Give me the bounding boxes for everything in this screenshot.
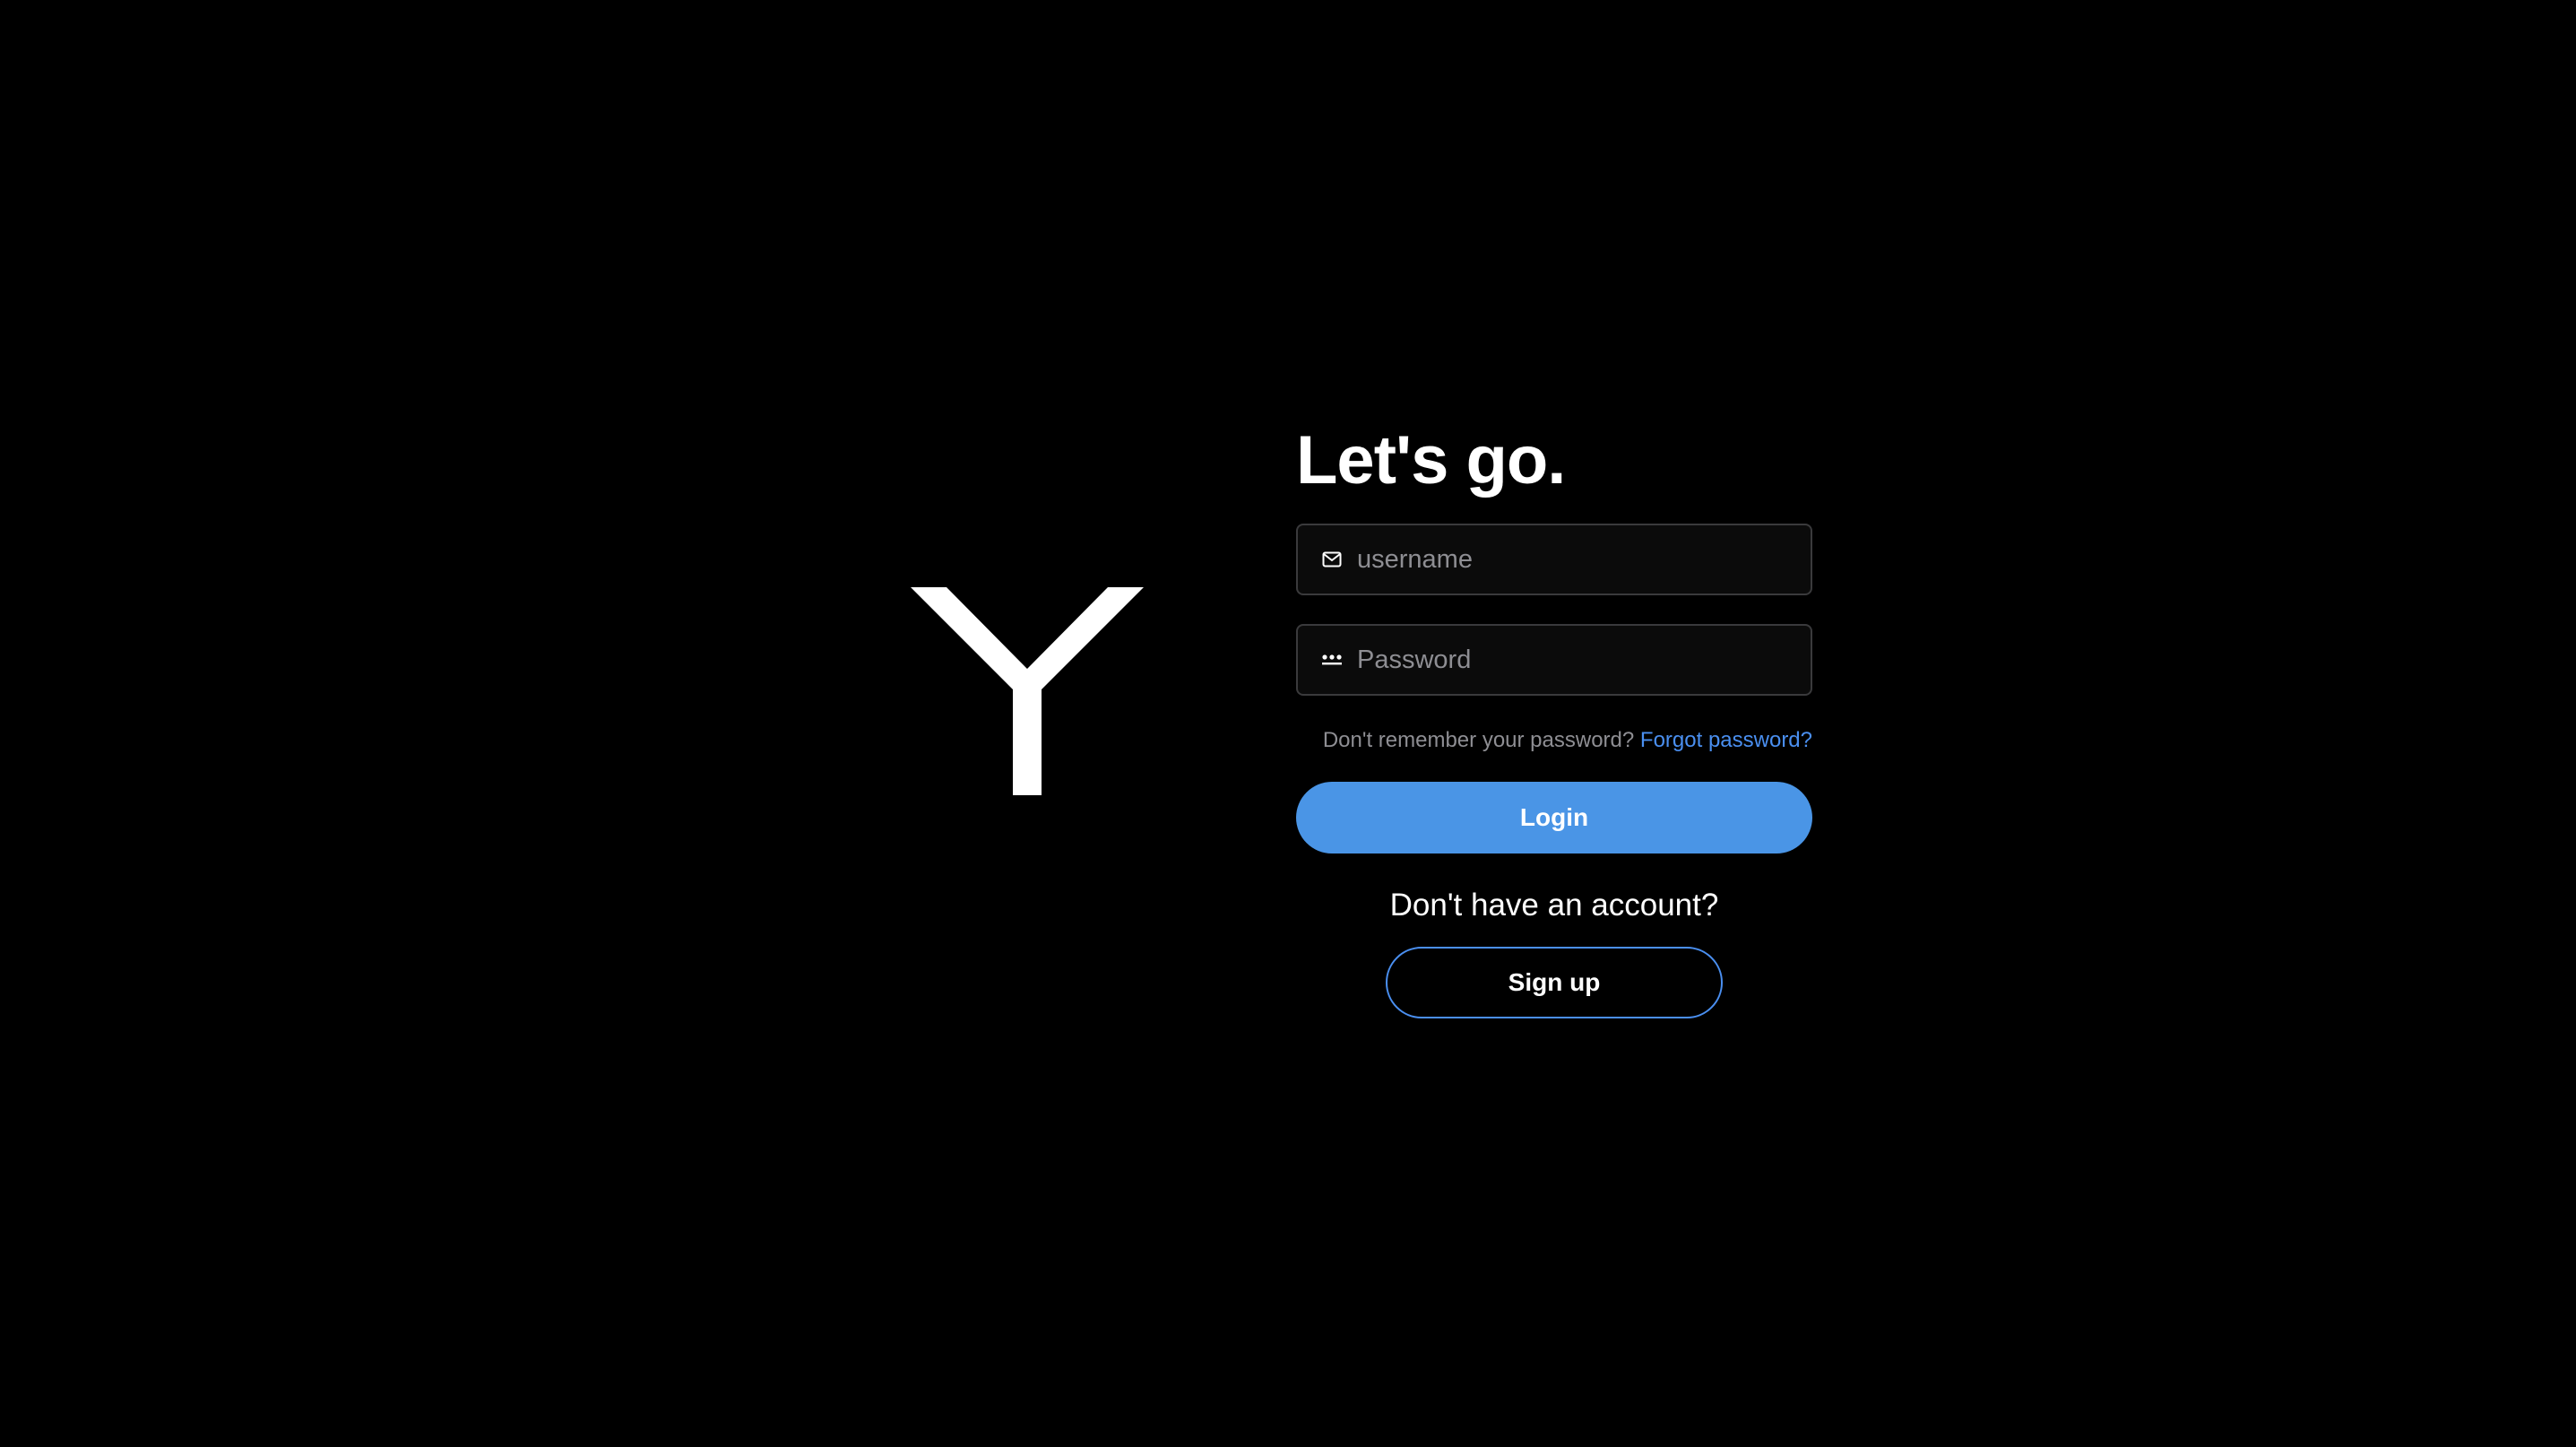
- password-dots-icon: [1321, 649, 1343, 671]
- password-input[interactable]: [1357, 626, 1811, 694]
- password-field[interactable]: [1296, 624, 1812, 696]
- page-title: Let's go.: [1296, 422, 1566, 498]
- login-button[interactable]: Login: [1296, 782, 1812, 853]
- forgot-password-hint: Don't remember your password?: [1322, 728, 1640, 752]
- no-account-text: Don't have an account?: [1389, 888, 1719, 923]
- forgot-password-link[interactable]: Forgot password?: [1640, 728, 1812, 752]
- username-field[interactable]: [1296, 524, 1812, 595]
- login-panel: Let's go. Don't remember your password? …: [1296, 422, 1812, 1018]
- username-input[interactable]: [1357, 525, 1811, 594]
- y-logo-icon: [911, 587, 1144, 795]
- forgot-password-row: Don't remember your password? Forgot pas…: [1296, 726, 1812, 755]
- mail-icon: [1321, 549, 1343, 570]
- signup-button[interactable]: Sign up: [1386, 947, 1723, 1018]
